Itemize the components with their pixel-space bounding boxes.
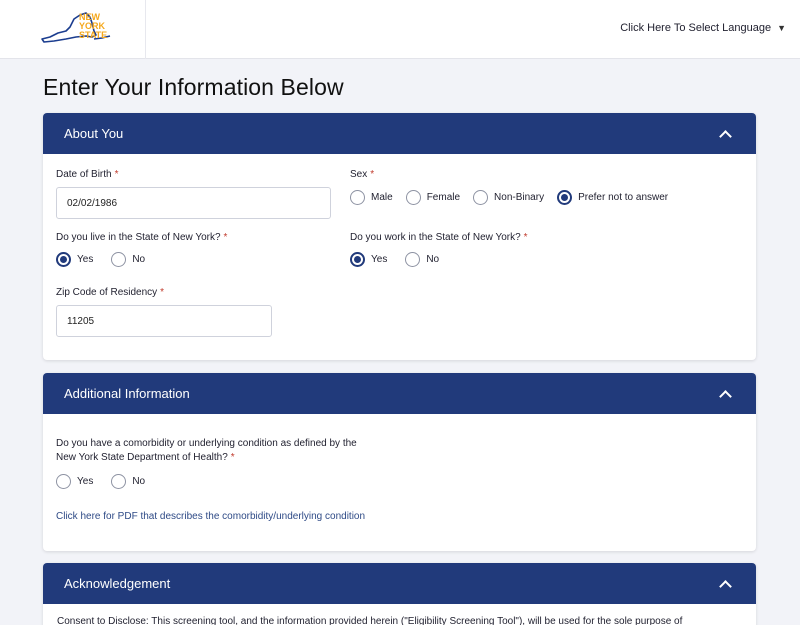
dob-label: Date of Birth * xyxy=(56,169,119,180)
radio-circle[interactable] xyxy=(405,252,421,267)
additional-info-card: Additional Information Do you have a com… xyxy=(43,373,756,551)
radio-label: Yes xyxy=(77,254,94,265)
required-marker: * xyxy=(370,169,375,180)
comorbidity-radio-no[interactable]: No xyxy=(111,474,145,489)
zip-label: Zip Code of Residency * xyxy=(56,287,164,298)
radio-label: Prefer not to answer xyxy=(578,192,669,203)
about-you-card: About You Date of Birth * 02/02/1986 Sex *… xyxy=(43,113,756,360)
comorbidity-question-line2: New York State Department of Health? * xyxy=(56,452,235,463)
top-bar: NEW YORK STATE Click Here To Select Lang… xyxy=(0,0,800,59)
sex-label: Sex * xyxy=(350,169,374,180)
radio-circle-selected[interactable] xyxy=(350,252,365,267)
radio-circle[interactable] xyxy=(56,474,71,489)
radio-circle[interactable] xyxy=(473,190,489,205)
chevron-up-icon[interactable] xyxy=(719,580,732,593)
radio-label: No xyxy=(132,254,146,265)
language-selector-label: Click Here To Select Language xyxy=(620,22,772,34)
page-title: Enter Your Information Below xyxy=(43,74,344,100)
caret-down-icon: ▼ xyxy=(777,23,786,33)
logo-text-state: STATE xyxy=(79,30,107,40)
additional-info-title: Additional Information xyxy=(64,386,190,401)
consent-text: Consent to Disclose: This screening tool… xyxy=(57,616,683,625)
radio-label: Female xyxy=(426,192,461,203)
new-york-state-map-icon: NEW YORK STATE xyxy=(41,12,111,43)
work-ny-label-text: Do you work in the State of New York? xyxy=(350,232,521,243)
sex-radio-female[interactable]: Female xyxy=(405,190,461,205)
language-selector[interactable]: Click Here To Select Language ▼ xyxy=(620,22,786,34)
acknowledgement-header[interactable]: Acknowledgement xyxy=(43,563,756,604)
live-ny-radio-group: Yes No xyxy=(56,252,158,267)
about-you-title: About You xyxy=(64,126,124,141)
radio-label: No xyxy=(426,254,440,265)
sex-label-text: Sex xyxy=(350,169,368,180)
nys-logo[interactable]: NEW YORK STATE xyxy=(0,0,146,59)
radio-label: Yes xyxy=(77,476,94,487)
required-marker: * xyxy=(230,452,235,463)
radio-circle-selected[interactable] xyxy=(557,190,573,205)
radio-circle-selected[interactable] xyxy=(56,252,71,267)
live-ny-radio-yes[interactable]: Yes xyxy=(56,252,93,267)
radio-circle[interactable] xyxy=(350,190,365,205)
radio-label: Male xyxy=(371,192,393,203)
acknowledgement-title: Acknowledgement xyxy=(64,576,171,591)
radio-circle[interactable] xyxy=(111,252,127,267)
zip-input[interactable]: 11205 xyxy=(56,305,272,337)
live-ny-label-text: Do you live in the State of New York? xyxy=(56,232,221,243)
sex-radio-male[interactable]: Male xyxy=(350,190,393,205)
sex-radio-group: Male Female Non-Binary Prefer not to ans… xyxy=(350,190,681,205)
work-ny-label: Do you work in the State of New York? * xyxy=(350,232,528,243)
comorbidity-pdf-link[interactable]: Click here for PDF that describes the co… xyxy=(56,511,365,522)
work-ny-radio-no[interactable]: No xyxy=(405,252,439,267)
required-marker: * xyxy=(223,232,228,243)
about-you-header[interactable]: About You xyxy=(43,113,756,154)
comorbidity-question-line1: Do you have a comorbidity or underlying … xyxy=(56,438,357,449)
chevron-up-icon[interactable] xyxy=(719,390,732,403)
radio-label: Yes xyxy=(371,254,388,265)
radio-label: Non-Binary xyxy=(494,192,545,203)
zip-label-text: Zip Code of Residency xyxy=(56,287,158,298)
live-ny-radio-no[interactable]: No xyxy=(111,252,145,267)
live-ny-label: Do you live in the State of New York? * xyxy=(56,232,227,243)
sex-radio-prefer-not[interactable]: Prefer not to answer xyxy=(557,190,668,205)
additional-info-header[interactable]: Additional Information xyxy=(43,373,756,414)
work-ny-radio-group: Yes No xyxy=(350,252,452,267)
radio-circle[interactable] xyxy=(111,474,127,489)
dob-input[interactable]: 02/02/1986 xyxy=(56,187,331,219)
comorbidity-radio-yes[interactable]: Yes xyxy=(56,474,93,489)
sex-radio-non-binary[interactable]: Non-Binary xyxy=(473,190,544,205)
chevron-up-icon[interactable] xyxy=(719,130,732,143)
required-marker: * xyxy=(523,232,528,243)
required-marker: * xyxy=(114,169,119,180)
required-marker: * xyxy=(160,287,165,298)
comorbidity-question-line2-text: New York State Department of Health? xyxy=(56,452,228,463)
dob-label-text: Date of Birth xyxy=(56,169,112,180)
radio-label: No xyxy=(132,476,146,487)
comorbidity-radio-group: Yes No xyxy=(56,474,158,489)
radio-circle[interactable] xyxy=(405,190,421,205)
acknowledgement-card: Acknowledgement Consent to Disclose: Thi… xyxy=(43,563,756,625)
work-ny-radio-yes[interactable]: Yes xyxy=(350,252,387,267)
